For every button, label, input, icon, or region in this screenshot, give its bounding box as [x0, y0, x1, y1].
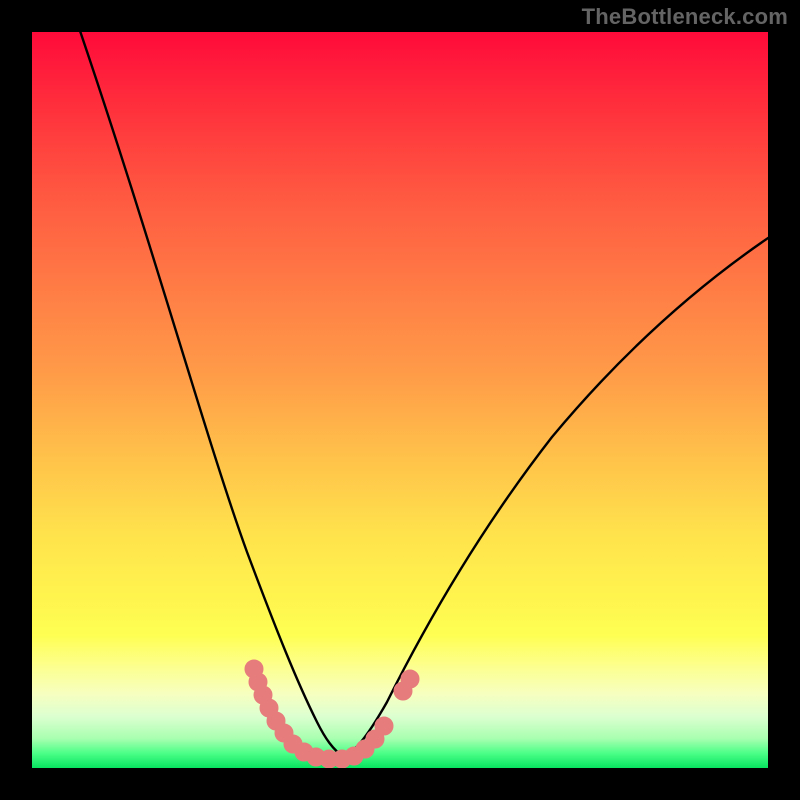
trough-marker-icon: [401, 670, 419, 688]
plot-area: [32, 32, 768, 768]
trough-marker-group: [245, 660, 419, 768]
bottleneck-curve: [32, 32, 768, 768]
curve-left-branch: [77, 32, 344, 757]
chart-stage: TheBottleneck.com: [0, 0, 800, 800]
trough-marker-icon: [375, 717, 393, 735]
watermark-text: TheBottleneck.com: [582, 4, 788, 30]
